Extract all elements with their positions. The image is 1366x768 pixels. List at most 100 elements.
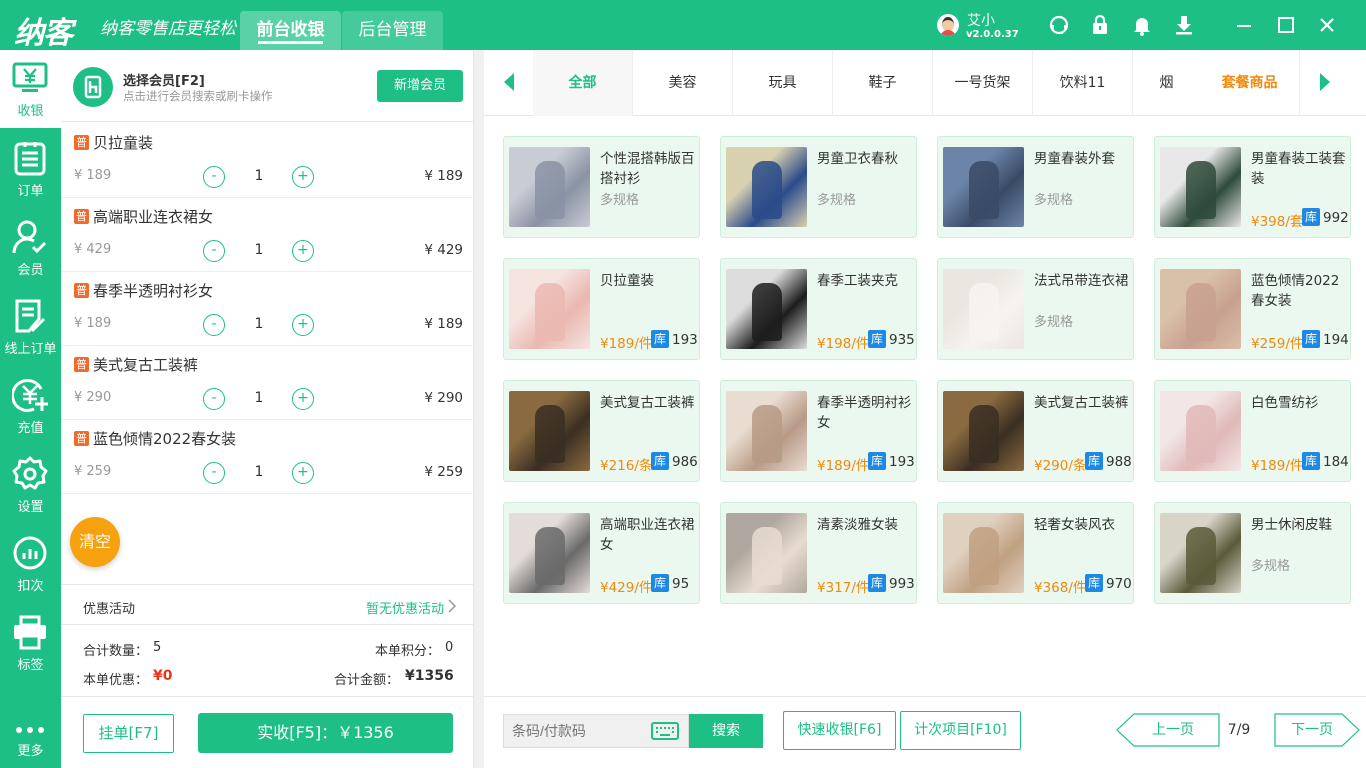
category-tab[interactable]: 全部	[533, 50, 633, 116]
sidebar-item-members[interactable]: 会员	[0, 209, 61, 287]
product-spec: 多规格	[1034, 315, 1074, 330]
product-card[interactable]: 春季半透明衬衫女 ¥189/件库 193	[720, 380, 917, 482]
increase-qty-button[interactable]: +	[292, 240, 314, 262]
maximize-icon[interactable]	[1274, 13, 1298, 37]
product-image	[943, 147, 1024, 227]
search-button[interactable]: 搜索	[689, 714, 763, 748]
category-tab[interactable]: 饮料11	[1033, 50, 1133, 116]
count-chart-icon	[13, 536, 47, 570]
product-image	[1160, 391, 1241, 471]
product-card[interactable]: 个性混搭韩版百搭衬衫 多规格	[503, 136, 700, 238]
support-icon[interactable]	[1047, 13, 1071, 37]
sidebar-item-recharge[interactable]: 充值	[0, 367, 61, 445]
clear-cart-button[interactable]: 清空	[70, 517, 120, 567]
category-tab[interactable]: 鞋子	[833, 50, 933, 116]
category-tab[interactable]: 一号货架	[933, 50, 1033, 116]
cart-item[interactable]: 普贝拉童装 ¥ 189 -1 + ¥ 189	[61, 124, 474, 198]
app-slogan: 纳客零售店更轻松	[100, 19, 236, 39]
hold-order-button[interactable]: 挂单[F7]	[83, 714, 174, 753]
quick-cashier-button[interactable]: 快速收银[F6]	[783, 711, 896, 750]
member-title: 选择会员[F2]	[123, 74, 205, 89]
product-stock: 986	[672, 454, 698, 470]
product-card[interactable]: 高端职业连衣裙女 ¥429/件库 95	[503, 502, 700, 604]
product-card[interactable]: 蓝色倾情2022春女装 ¥259/件库 194	[1154, 258, 1351, 360]
pay-button[interactable]: 实收[F5]：￥1356	[198, 713, 453, 753]
cart-item-qty[interactable]: 1	[241, 168, 277, 184]
decrease-qty-button[interactable]: -	[203, 240, 225, 262]
download-icon[interactable]	[1172, 13, 1196, 37]
decrease-qty-button[interactable]: -	[203, 388, 225, 410]
stock-tag: 库	[651, 574, 669, 592]
decrease-qty-button[interactable]: -	[203, 314, 225, 336]
category-tab[interactable]: 玩具	[733, 50, 833, 116]
add-member-button[interactable]: 新增会员	[377, 70, 463, 102]
category-tab[interactable]: 烟	[1133, 50, 1200, 116]
increase-qty-button[interactable]: +	[292, 462, 314, 484]
chevron-right-icon[interactable]	[1320, 73, 1330, 91]
product-card[interactable]: 白色雪纺衫 ¥189/件库 184	[1154, 380, 1351, 482]
increase-qty-button[interactable]: +	[292, 166, 314, 188]
chevron-left-icon[interactable]	[504, 73, 514, 91]
cart-item-price: ¥ 189	[74, 168, 112, 183]
regular-tag: 普	[74, 431, 89, 446]
promo-row[interactable]: 优惠活动 暂无优惠活动	[61, 584, 474, 625]
product-name: 高端职业连衣裙女	[600, 517, 695, 553]
product-card[interactable]: 春季工装夹克 ¥198/件库 935	[720, 258, 917, 360]
discount-label: 本单优惠：	[83, 673, 149, 688]
sidebar-item-online-orders[interactable]: 线上订单	[0, 288, 61, 366]
category-tab[interactable]: 美容	[633, 50, 733, 116]
decrease-qty-button[interactable]: -	[203, 462, 225, 484]
user-profile[interactable]: 艾小 v2.0.0.37	[937, 12, 1019, 44]
cart-item[interactable]: 普春季半透明衬衫女 ¥ 189 -1 + ¥ 189	[61, 272, 474, 346]
sidebar-item-orders[interactable]: 订单	[0, 130, 61, 208]
next-page-button[interactable]: 下一页	[1274, 713, 1360, 747]
tab-backend-admin[interactable]: 后台管理	[342, 11, 443, 50]
barcode-input[interactable]	[504, 715, 644, 747]
sidebar-item-deduct[interactable]: 扣次	[0, 525, 61, 603]
increase-qty-button[interactable]: +	[292, 314, 314, 336]
sidebar-item-settings[interactable]: 设置	[0, 446, 61, 524]
total-qty: 5	[153, 640, 162, 655]
lock-icon[interactable]	[1088, 13, 1112, 37]
cart-item[interactable]: 普美式复古工装裤 ¥ 290 -1 + ¥ 290	[61, 346, 474, 420]
cart-item[interactable]: 普蓝色倾情2022春女装 ¥ 259 -1 + ¥ 259	[61, 420, 474, 494]
increase-qty-button[interactable]: +	[292, 388, 314, 410]
product-name: 春季工装夹克	[817, 273, 898, 289]
cart-item-qty[interactable]: 1	[241, 242, 277, 258]
cart-item-qty[interactable]: 1	[241, 464, 277, 480]
bell-icon[interactable]	[1130, 13, 1154, 37]
product-card[interactable]: 男童卫衣春秋 多规格	[720, 136, 917, 238]
product-card[interactable]: 贝拉童装 ¥189/件库 193	[503, 258, 700, 360]
count-items-button[interactable]: 计次项目[F10]	[900, 711, 1021, 750]
product-card[interactable]: 男童春装工装套装 ¥398/套库 992	[1154, 136, 1351, 238]
product-card[interactable]: 轻奢女装风衣 ¥368/件库 970	[937, 502, 1134, 604]
cart-item-qty[interactable]: 1	[241, 390, 277, 406]
member-select[interactable]: 选择会员[F2] 点击进行会员搜索或刷卡操作 新增会员	[61, 50, 474, 122]
product-name: 男童卫衣春秋	[817, 151, 898, 167]
cart-item-total: ¥ 259	[424, 464, 463, 480]
cart-item-name: 蓝色倾情2022春女装	[93, 430, 237, 448]
product-card[interactable]: 男童春装外套 多规格	[937, 136, 1134, 238]
tab-front-cashier[interactable]: 前台收银	[240, 11, 341, 50]
cart-item[interactable]: 普高端职业连衣裙女 ¥ 429 -1 + ¥ 429	[61, 198, 474, 272]
product-card[interactable]: 法式吊带连衣裙 多规格	[937, 258, 1134, 360]
cart-item-qty[interactable]: 1	[241, 316, 277, 332]
close-icon[interactable]	[1315, 13, 1339, 37]
decrease-qty-button[interactable]: -	[203, 166, 225, 188]
regular-tag: 普	[74, 209, 89, 224]
product-figure	[1186, 405, 1216, 463]
next-page-label: 下一页	[1291, 722, 1333, 738]
sidebar-item-more[interactable]: 更多	[0, 690, 61, 768]
sidebar-item-cashier[interactable]: 收银	[0, 50, 61, 128]
prev-page-button[interactable]: 上一页	[1116, 713, 1220, 747]
product-card[interactable]: 美式复古工装裤 ¥290/条库 988	[937, 380, 1134, 482]
product-card[interactable]: 美式复古工装裤 ¥216/条库 986	[503, 380, 700, 482]
product-card[interactable]: 清素淡雅女装 ¥317/件库 993	[720, 502, 917, 604]
member-icon	[12, 220, 47, 254]
sidebar-item-labels[interactable]: 标签	[0, 604, 61, 682]
printer-icon	[14, 615, 46, 650]
keyboard-icon[interactable]	[651, 721, 679, 741]
category-tab[interactable]: 套餐商品	[1200, 50, 1300, 116]
product-card[interactable]: 男士休闲皮鞋 多规格	[1154, 502, 1351, 604]
minimize-icon[interactable]	[1232, 13, 1256, 37]
